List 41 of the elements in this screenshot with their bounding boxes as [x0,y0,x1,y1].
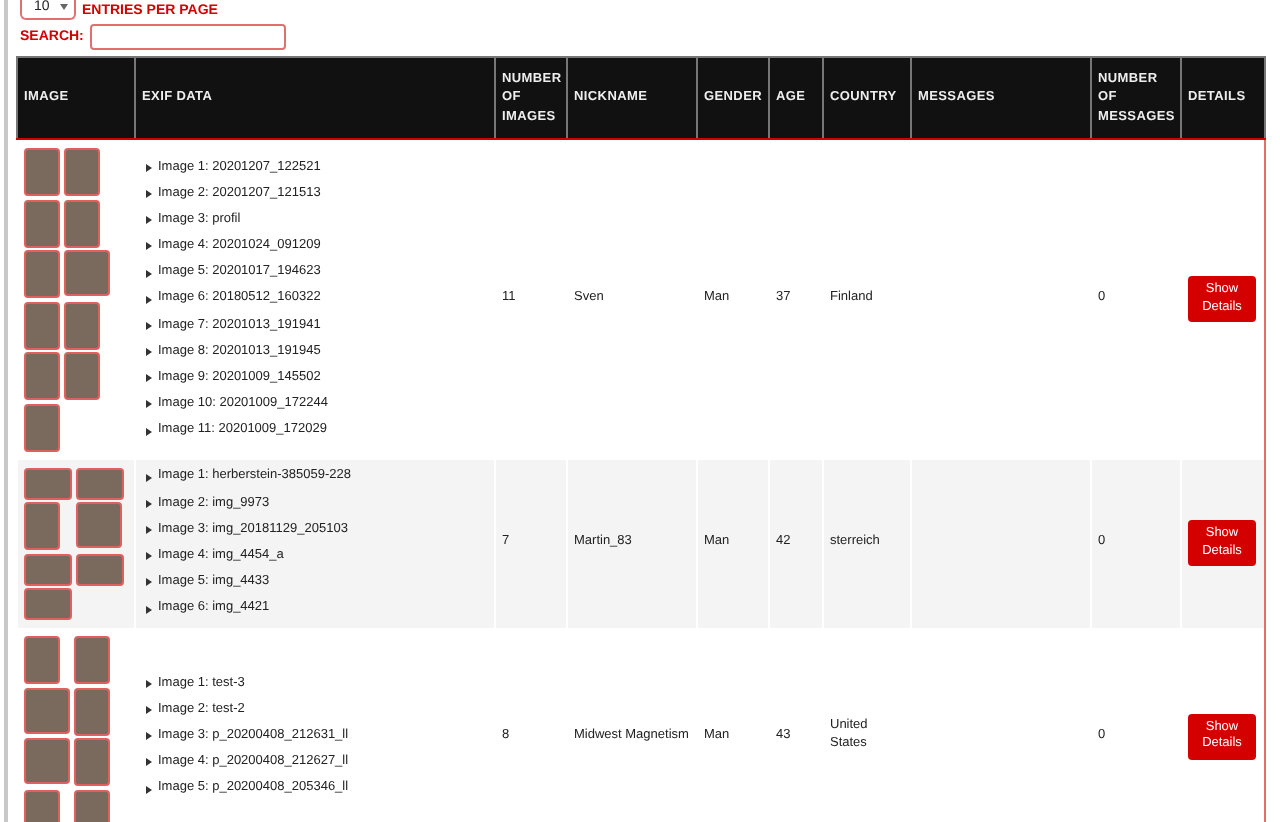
triangle-icon [146,526,152,535]
triangle-icon [146,785,152,794]
photo-placeholder[interactable] [75,502,121,548]
triangle-icon [146,732,152,741]
search-field[interactable] [89,24,286,50]
photo-placeholder[interactable] [24,687,70,733]
triangle-icon [146,605,152,614]
triangle-icon [146,190,152,199]
triangle-icon [146,500,152,508]
photo-placeholder[interactable] [63,352,99,400]
triangle-icon [146,679,152,688]
photo-placeholder[interactable] [63,148,99,196]
triangle-icon [146,216,152,225]
photo-placeholder[interactable] [24,403,60,451]
photo-placeholder[interactable] [63,250,109,296]
caret-icon [60,3,68,9]
photo-placeholder[interactable] [24,553,72,585]
triangle-icon [146,706,152,715]
photo-placeholder[interactable] [75,467,123,499]
triangle-icon [146,321,152,330]
triangle-icon [146,242,152,251]
triangle-icon [146,758,152,767]
triangle-icon [146,552,152,561]
triangle-icon [146,374,152,383]
photo-placeholder[interactable] [73,636,109,684]
photo-placeholder[interactable] [24,467,72,499]
photo-placeholder[interactable] [63,199,99,247]
triangle-icon [146,269,152,278]
triangle-icon [146,400,152,409]
triangle-icon [146,348,152,357]
triangle-icon [146,473,152,482]
triangle-icon [146,578,152,587]
photo-placeholder[interactable] [75,553,123,585]
triangle-icon [146,163,152,172]
photo-placeholder[interactable] [73,738,109,786]
photo-placeholder[interactable] [24,301,60,349]
photo-placeholder[interactable] [63,301,99,349]
photo-placeholder[interactable] [24,199,60,247]
triangle-icon [146,295,152,304]
triangle-icon [146,427,152,436]
photo-placeholder[interactable] [73,687,109,735]
